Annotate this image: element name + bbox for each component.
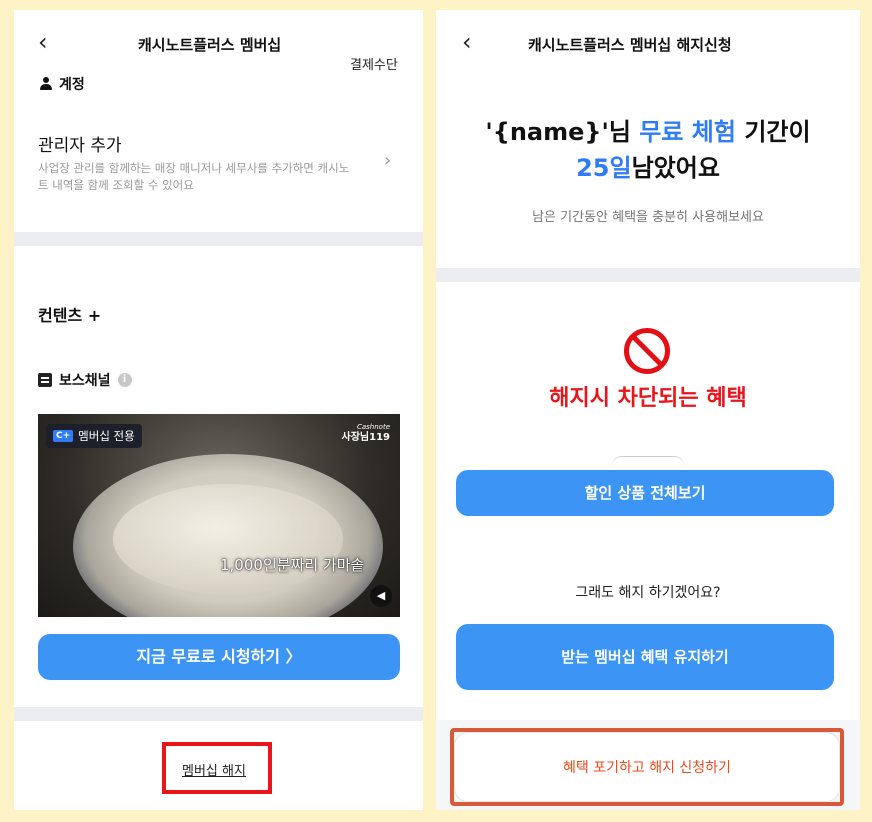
prohibited-icon xyxy=(624,328,670,374)
chevron-left-icon[interactable]: ‹ xyxy=(38,30,48,54)
cauldron-contents xyxy=(113,484,343,594)
members-only-badge: C+ 멤버십 전용 xyxy=(46,424,142,448)
account-label: 계정 xyxy=(59,77,85,93)
page-title: 캐시노트플러스 멤버십 해지신청 xyxy=(528,36,732,54)
cplus-logo: C+ xyxy=(53,430,74,442)
chevron-left-icon[interactable]: ‹ xyxy=(462,30,472,54)
blocked-benefits-title: 해지시 차단되는 혜택 xyxy=(549,386,747,411)
members-only-label: 멤버십 전용 xyxy=(78,429,135,443)
highlight-box xyxy=(162,742,272,794)
trial-remaining-headline: '{name}'님 무료 체험 기간이 25일남았어요 xyxy=(436,114,860,186)
cancellation-screen: ‹ 캐시노트플러스 멤버십 해지신청 '{name}'님 무료 체험 기간이 2… xyxy=(436,10,860,810)
keep-membership-button[interactable]: 받는 멤버십 혜택 유지하기 xyxy=(456,624,834,690)
confirm-question: 그래도 해지 하기겠어요? xyxy=(575,585,721,601)
add-admin-description: 사업장 관리를 함께하는 매장 매니저나 세무사를 추가하면 캐시노트 내역을 … xyxy=(38,161,350,192)
view-all-discounts-button[interactable]: 할인 상품 전체보기 xyxy=(456,470,834,516)
watch-free-button[interactable]: 지금 무료로 시청하기 〉 xyxy=(38,634,400,680)
account-section-header: 계정 xyxy=(40,74,85,94)
person-icon xyxy=(40,77,52,91)
headline-text: '{name}'님 xyxy=(485,118,640,146)
book-icon xyxy=(38,373,52,387)
video-thumbnail[interactable]: C+ 멤버십 전용 Cashnote 사장님119 1,000인분짜리 가마솥 … xyxy=(38,414,400,617)
channel-logo-name: 사장님119 xyxy=(341,431,390,443)
headline-text: 기간이 xyxy=(735,118,811,146)
video-caption: 1,000인분짜리 가마솥 xyxy=(220,556,365,574)
payment-method-link[interactable]: 결제수단 xyxy=(350,54,398,73)
channel-logo-brand: Cashnote xyxy=(356,423,390,431)
headline-text: 남았어요 xyxy=(631,154,720,182)
headline-subtitle: 남은 기간동안 혜택을 충분히 사용해보세요 xyxy=(532,210,764,225)
free-trial-highlight: 무료 체험 xyxy=(639,118,736,146)
days-remaining-highlight: 25일 xyxy=(576,154,632,182)
boss-channel-header: 보스채널 i xyxy=(38,370,132,390)
section-divider xyxy=(14,707,423,721)
section-divider xyxy=(436,268,860,282)
page-title: 캐시노트플러스 멤버십 xyxy=(138,36,282,54)
info-icon[interactable]: i xyxy=(117,373,132,387)
contents-title: 컨텐츠 + xyxy=(38,306,102,325)
membership-screen: ‹ 캐시노트플러스 멤버십 결제수단 계정 관리자 추가 사업장 관리를 함께하… xyxy=(14,10,423,810)
section-divider xyxy=(14,232,423,246)
boss-channel-label: 보스채널 xyxy=(59,373,111,389)
scroll-hint xyxy=(612,456,684,466)
chevron-right-icon: › xyxy=(384,150,392,171)
channel-logo: Cashnote 사장님119 xyxy=(341,423,390,443)
speaker-icon[interactable]: ◀ xyxy=(370,585,392,607)
add-admin-title: 관리자 추가 xyxy=(38,136,122,156)
highlight-box xyxy=(450,728,844,806)
